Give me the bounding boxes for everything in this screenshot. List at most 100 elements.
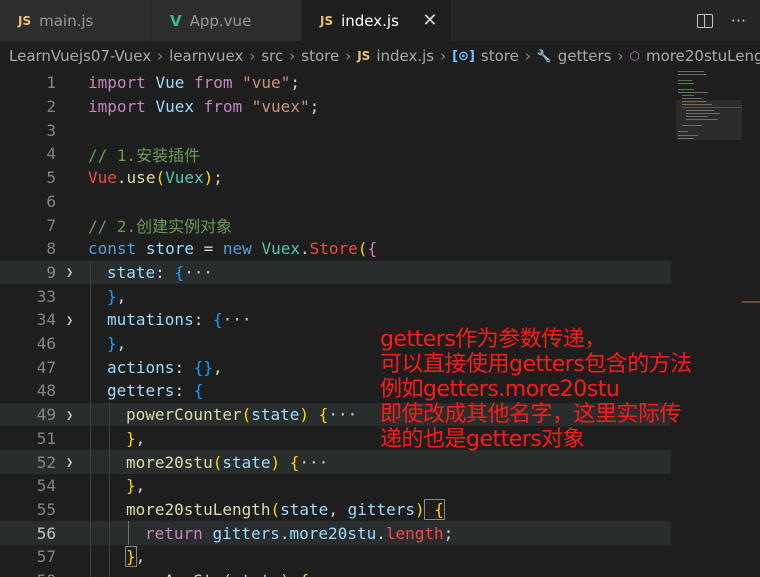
code-line: 57 }, bbox=[0, 545, 671, 569]
breadcrumb-file[interactable]: index.js bbox=[376, 47, 434, 65]
line-number: 51 bbox=[36, 428, 56, 448]
line-number: 55 bbox=[36, 499, 56, 519]
fold-expand-icon[interactable]: ❯ bbox=[66, 313, 73, 327]
minimap-line bbox=[678, 92, 708, 93]
vue-file-icon: V bbox=[170, 11, 182, 30]
line-number: 2 bbox=[46, 97, 56, 117]
code-line: 7 // 2.创建实例对象 bbox=[0, 213, 671, 237]
breadcrumb-symbol-getters[interactable]: getters bbox=[558, 47, 612, 65]
minimap-line bbox=[678, 89, 694, 90]
indent-guide-active bbox=[128, 521, 129, 545]
code-comment: // 2.创建实例对象 bbox=[88, 217, 233, 237]
code-line: 55 more20stuLength(state, gitters) { bbox=[0, 498, 671, 522]
line-number: 3 bbox=[46, 120, 56, 140]
line-number: 6 bbox=[46, 191, 56, 211]
code-text: actions: {}, bbox=[107, 357, 223, 377]
chevron-right-icon: › bbox=[617, 47, 624, 65]
line-number: 4 bbox=[46, 144, 56, 164]
fold-expand-icon[interactable]: ❯ bbox=[66, 408, 73, 422]
annotation-line: 递的也是getters对象 bbox=[380, 427, 585, 452]
annotation-line: getters作为参数传递， bbox=[380, 327, 606, 352]
fold-expand-icon[interactable]: ❯ bbox=[66, 265, 73, 279]
line-number: 33 bbox=[36, 286, 56, 306]
code-text: import Vuex from "vuex"; bbox=[88, 97, 320, 117]
javascript-file-icon: JS bbox=[320, 13, 334, 28]
code-text: import Vue from "vue"; bbox=[88, 73, 300, 93]
more-actions-icon[interactable]: ··· bbox=[731, 11, 746, 30]
javascript-file-icon: JS bbox=[357, 49, 371, 63]
close-icon[interactable]: ✕ bbox=[421, 10, 439, 31]
code-line: 58 moreAgeStu(state) { bbox=[0, 569, 671, 577]
code-line-current: 56 return gitters.more20stu.length; bbox=[0, 521, 671, 545]
chevron-right-icon: › bbox=[524, 47, 531, 65]
line-number: 9 bbox=[46, 262, 56, 282]
annotation-text: getters作为参数传递， 可以直接使用getters包含的方法 例如gett… bbox=[380, 327, 692, 452]
minimap-line bbox=[678, 71, 704, 72]
tab-label: index.js bbox=[341, 11, 399, 30]
code-line: 5 Vue.use(Vuex); bbox=[0, 166, 671, 190]
method-cube-icon: ⬡ bbox=[629, 49, 641, 63]
line-number: 7 bbox=[46, 215, 56, 235]
code-text: return gitters.more20stu.length; bbox=[145, 523, 454, 543]
chevron-right-icon: › bbox=[289, 47, 296, 65]
breadcrumb-item[interactable]: learnvuex bbox=[169, 47, 243, 65]
code-text: Vue.use(Vuex); bbox=[88, 168, 223, 188]
code-text: moreAgeStu(state) { bbox=[126, 571, 309, 577]
split-editor-icon[interactable] bbox=[696, 13, 713, 28]
javascript-file-icon: JS bbox=[18, 13, 32, 28]
minimap-line bbox=[678, 74, 706, 75]
code-text: more20stu(state) {··· bbox=[126, 452, 329, 472]
vertical-scrollbar[interactable] bbox=[742, 71, 760, 577]
indent-guide bbox=[90, 260, 91, 577]
code-text: getters: { bbox=[107, 381, 204, 401]
code-text: }, bbox=[107, 334, 127, 354]
breadcrumb-item[interactable]: store bbox=[301, 47, 339, 65]
indent-guide bbox=[109, 402, 110, 577]
code-line-folded: 9 ❯ state: {··· bbox=[0, 260, 671, 285]
chevron-right-icon: › bbox=[249, 47, 256, 65]
tab-index-js[interactable]: JS index.js ✕ bbox=[302, 0, 452, 41]
line-number: 49 bbox=[36, 405, 56, 425]
code-text: more20stuLength(state, gitters) { bbox=[126, 498, 445, 520]
code-editor[interactable]: 1 import Vue from "vue"; 2 import Vuex f… bbox=[0, 71, 760, 577]
breadcrumb-symbol-store[interactable]: store bbox=[481, 47, 519, 65]
breadcrumb-symbol-current[interactable]: more20stuLeng bbox=[646, 47, 760, 65]
line-number: 48 bbox=[36, 381, 56, 401]
code-text: }, bbox=[107, 286, 127, 306]
code-text: powerCounter(state) {··· bbox=[126, 405, 358, 425]
minimap-line bbox=[678, 80, 692, 81]
tab-label: App.vue bbox=[189, 11, 252, 30]
chevron-right-icon: › bbox=[440, 47, 447, 65]
chevron-right-icon: › bbox=[157, 47, 164, 65]
line-number: 8 bbox=[46, 239, 56, 259]
tab-app-vue[interactable]: V App.vue bbox=[152, 0, 302, 41]
code-text: }, bbox=[126, 428, 146, 448]
line-number: 47 bbox=[36, 357, 56, 377]
annotation-line: 即使改成其他名字，这里实际传 bbox=[380, 402, 682, 427]
tab-bar: JS main.js V App.vue JS index.js ✕ bbox=[0, 0, 760, 41]
scrollbar-marker bbox=[742, 301, 760, 303]
tab-main-js[interactable]: JS main.js bbox=[0, 0, 152, 41]
minimap-line bbox=[682, 95, 694, 96]
breadcrumb-item[interactable]: src bbox=[261, 47, 283, 65]
line-number: 52 bbox=[36, 452, 56, 472]
code-text: mutations: {··· bbox=[107, 310, 252, 330]
line-number: 58 bbox=[0, 571, 56, 577]
code-text: const store = new Vuex.Store({ bbox=[88, 239, 378, 259]
line-number: 5 bbox=[46, 168, 56, 188]
code-comment: // 1.安装插件 bbox=[88, 145, 201, 165]
line-number: 54 bbox=[36, 476, 56, 496]
line-number: 56 bbox=[36, 523, 56, 543]
minimap-slider[interactable] bbox=[676, 100, 742, 140]
editor-actions: ··· bbox=[696, 0, 746, 41]
breadcrumb-item[interactable]: LearnVuejs07-Vuex bbox=[9, 47, 151, 65]
wrench-icon: 🔧 bbox=[536, 49, 552, 63]
breadcrumb: LearnVuejs07-Vuex › learnvuex › src › st… bbox=[0, 41, 760, 71]
variable-icon: [⊙] bbox=[452, 48, 475, 64]
code-text: }, bbox=[126, 476, 146, 496]
annotation-line: 例如getters.more20stu bbox=[380, 377, 620, 402]
fold-expand-icon[interactable]: ❯ bbox=[66, 455, 73, 469]
minimap-line bbox=[682, 98, 702, 99]
code-line: 54 }, bbox=[0, 474, 671, 498]
code-text: }, bbox=[125, 546, 146, 568]
